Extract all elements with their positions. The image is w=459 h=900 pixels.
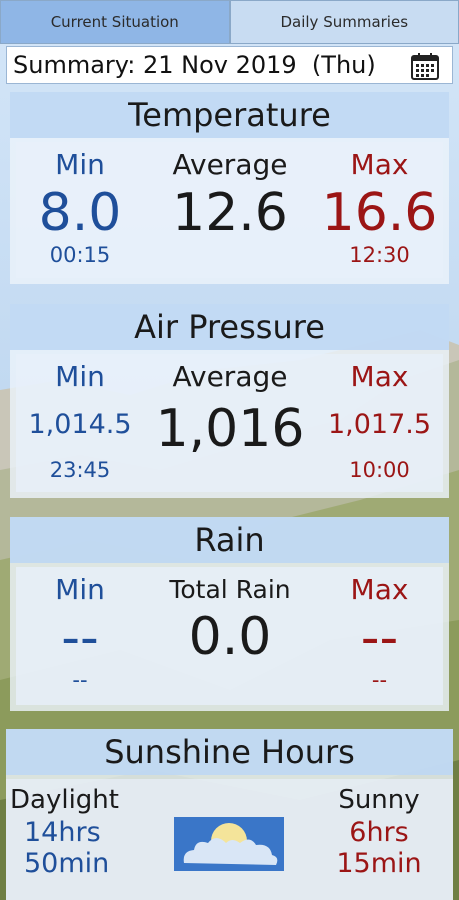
pressure-average-value: 1,016 xyxy=(155,399,305,459)
partly-sunny-icon xyxy=(174,817,284,871)
sunny-hours: 6hrs xyxy=(349,817,409,848)
temperature-card: Temperature Min 8.0 00:15 Average 12.6 M… xyxy=(10,92,449,284)
temperature-max-label: Max xyxy=(350,148,409,181)
rain-max-label: Max xyxy=(350,573,409,606)
temperature-title: Temperature xyxy=(10,92,449,138)
daylight-label: Daylight xyxy=(10,785,119,815)
sunny-label: Sunny xyxy=(338,785,420,815)
temperature-average-label: Average xyxy=(172,148,288,181)
rain-max-time: -- xyxy=(371,668,388,692)
pressure-max-label: Max xyxy=(350,360,409,393)
pressure-min-value: 1,014.5 xyxy=(28,409,132,440)
temperature-min-time: 00:15 xyxy=(49,243,111,267)
air-pressure-card: Air Pressure Min 1,014.5 23:45 Average 1… xyxy=(10,304,449,498)
temperature-average-value: 12.6 xyxy=(172,183,288,243)
tab-daily-summaries[interactable]: Daily Summaries xyxy=(229,0,459,44)
rain-total-value: 0.0 xyxy=(188,607,272,667)
temperature-min-label: Min xyxy=(55,148,105,181)
pressure-max-value: 1,017.5 xyxy=(327,409,432,440)
tab-current-situation[interactable]: Current Situation xyxy=(0,0,230,44)
tab-bar: Current Situation Daily Summaries xyxy=(0,0,459,44)
pressure-min-time: 23:45 xyxy=(49,458,111,482)
pressure-average-label: Average xyxy=(172,360,288,393)
rain-max-value: -- xyxy=(360,608,399,668)
daylight-minutes: 50min xyxy=(24,848,110,879)
calendar-icon[interactable] xyxy=(410,51,440,81)
summary-date-bar: Summary: 21 Nov 2019 (Thu) xyxy=(6,46,453,84)
rain-card: Rain Min -- -- Total Rain 0.0 Max -- -- xyxy=(10,517,449,711)
temperature-max-value: 16.6 xyxy=(321,183,438,243)
sunshine-body: Daylight 14hrs 50min Sunny 6hrs 15min xyxy=(6,779,453,900)
sunshine-card: Sunshine Hours Daylight 14hrs 50min Sunn… xyxy=(6,729,453,900)
rain-min-time: -- xyxy=(72,668,88,692)
sunny-minutes: 15min xyxy=(336,848,422,879)
rain-total-label: Total Rain xyxy=(169,575,291,604)
rain-min-value: -- xyxy=(61,608,99,668)
sunshine-title: Sunshine Hours xyxy=(6,729,453,775)
temperature-max-time: 12:30 xyxy=(349,243,410,267)
temperature-min-value: 8.0 xyxy=(38,183,122,243)
air-pressure-title: Air Pressure xyxy=(10,304,449,350)
daylight-hours: 14hrs xyxy=(24,817,101,848)
pressure-max-time: 10:00 xyxy=(349,458,410,482)
air-pressure-body: Min 1,014.5 23:45 Average 1,016 Max 1,01… xyxy=(16,354,443,492)
temperature-body: Min 8.0 00:15 Average 12.6 Max 16.6 12:3… xyxy=(16,142,443,278)
rain-body: Min -- -- Total Rain 0.0 Max -- -- xyxy=(16,567,443,705)
summary-date-label: Summary: 21 Nov 2019 (Thu) xyxy=(13,51,376,79)
rain-min-label: Min xyxy=(55,573,105,606)
pressure-min-label: Min xyxy=(55,360,105,393)
rain-title: Rain xyxy=(10,517,449,563)
